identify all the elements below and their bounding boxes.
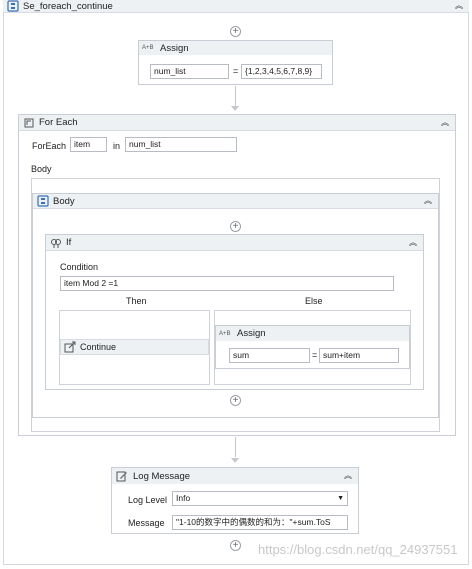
body-sequence-title: Body <box>53 195 75 207</box>
body-sequence-header[interactable]: Body ︽ <box>33 194 438 209</box>
foreach-label: ForEach <box>32 141 67 151</box>
assign-to-field[interactable]: sum <box>229 348 310 363</box>
message-label: Message <box>128 518 165 528</box>
log-message-activity[interactable]: Log Message ︽ Log Level Info ▼ Message "… <box>111 467 359 534</box>
collapse-icon[interactable]: ︽ <box>441 118 449 127</box>
add-activity-icon[interactable]: + <box>230 26 241 37</box>
assign-value-field[interactable]: {1,2,3,4,5,6,7,8,9} <box>241 64 322 79</box>
body-label: Body <box>31 164 52 174</box>
dropdown-arrow-icon: ▼ <box>337 495 344 502</box>
condition-field[interactable]: item Mod 2 =1 <box>60 276 394 291</box>
assign-to-field[interactable]: num_list <box>150 64 229 79</box>
sequence-icon <box>37 195 49 207</box>
collapse-icon[interactable]: ︽ <box>455 2 463 10</box>
foreach-icon <box>23 117 35 129</box>
foreach-header[interactable]: For Each ︽ <box>19 115 455 131</box>
if-icon <box>50 237 62 249</box>
if-title: If <box>66 237 72 248</box>
log-level-value: Info <box>176 493 191 503</box>
continue-activity[interactable]: Continue <box>60 339 209 355</box>
sequence-title: Se_foreach_continue <box>23 0 113 12</box>
else-label: Else <box>305 296 323 306</box>
if-header[interactable]: If ︽ <box>46 235 423 251</box>
connector-arrow <box>231 106 239 111</box>
add-activity-icon[interactable]: + <box>230 395 241 406</box>
foreach-item-field[interactable]: item <box>70 137 107 152</box>
condition-label: Condition <box>60 262 99 272</box>
log-level-label: Log Level <box>128 495 168 505</box>
collapse-icon[interactable]: ︽ <box>409 238 417 247</box>
log-icon <box>116 470 128 482</box>
in-label: in <box>113 141 121 151</box>
assign-icon: A+B <box>219 330 231 337</box>
assign-icon: A+B <box>142 45 154 51</box>
assign-title: Assign <box>237 328 266 339</box>
collapse-icon[interactable]: ︽ <box>344 472 352 480</box>
assign-title: Assign <box>160 42 189 54</box>
watermark: https://blog.csdn.net/qq_24937551 <box>258 542 458 557</box>
add-activity-icon[interactable]: + <box>230 540 241 551</box>
connector-line <box>235 437 236 457</box>
assign-activity[interactable]: A+B Assign sum = sum+item <box>215 325 410 369</box>
then-label: Then <box>126 296 147 306</box>
assign-activity[interactable]: A+B Assign num_list = {1,2,3,4,5,6,7,8,9… <box>138 40 333 85</box>
log-title: Log Message <box>133 470 191 482</box>
message-field[interactable]: "1-10的数字中的偶数的和为："+sum.ToS <box>172 515 348 530</box>
assign-value-field[interactable]: sum+item <box>319 348 399 363</box>
log-level-dropdown[interactable]: Info ▼ <box>172 491 348 506</box>
connector-line <box>235 86 236 106</box>
equals-label: = <box>233 66 239 76</box>
equals-label: = <box>312 350 318 360</box>
sequence-header[interactable]: Se_foreach_continue ︽ <box>3 0 469 13</box>
continue-icon <box>64 341 76 353</box>
connector-arrow <box>231 458 239 463</box>
add-activity-icon[interactable]: + <box>230 221 241 232</box>
continue-title: Continue <box>80 342 117 352</box>
sequence-icon <box>7 0 19 12</box>
collapse-icon[interactable]: ︽ <box>424 197 432 205</box>
foreach-title: For Each <box>39 117 78 128</box>
foreach-collection-field[interactable]: num_list <box>125 137 237 152</box>
